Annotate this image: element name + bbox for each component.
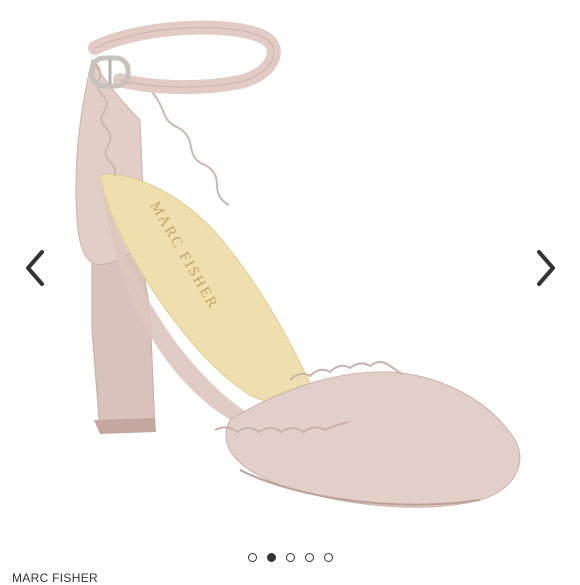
product-image: MARC FISHER xyxy=(75,20,521,508)
next-image-button[interactable] xyxy=(531,244,561,292)
chevron-left-icon xyxy=(26,250,44,286)
carousel-pagination xyxy=(0,551,580,565)
previous-image-button[interactable] xyxy=(20,244,50,292)
carousel-dot-5[interactable] xyxy=(323,553,333,562)
chevron-right-icon xyxy=(537,250,555,286)
carousel-dot-4[interactable] xyxy=(304,553,314,562)
carousel-dot-1[interactable] xyxy=(247,553,257,562)
product-image-gallery: MARC FISHER MARC FISHER xyxy=(0,0,580,585)
carousel-dot-3[interactable] xyxy=(285,553,295,562)
carousel-dot-2-active[interactable] xyxy=(266,553,276,562)
brand-name[interactable]: MARC FISHER xyxy=(12,571,98,585)
